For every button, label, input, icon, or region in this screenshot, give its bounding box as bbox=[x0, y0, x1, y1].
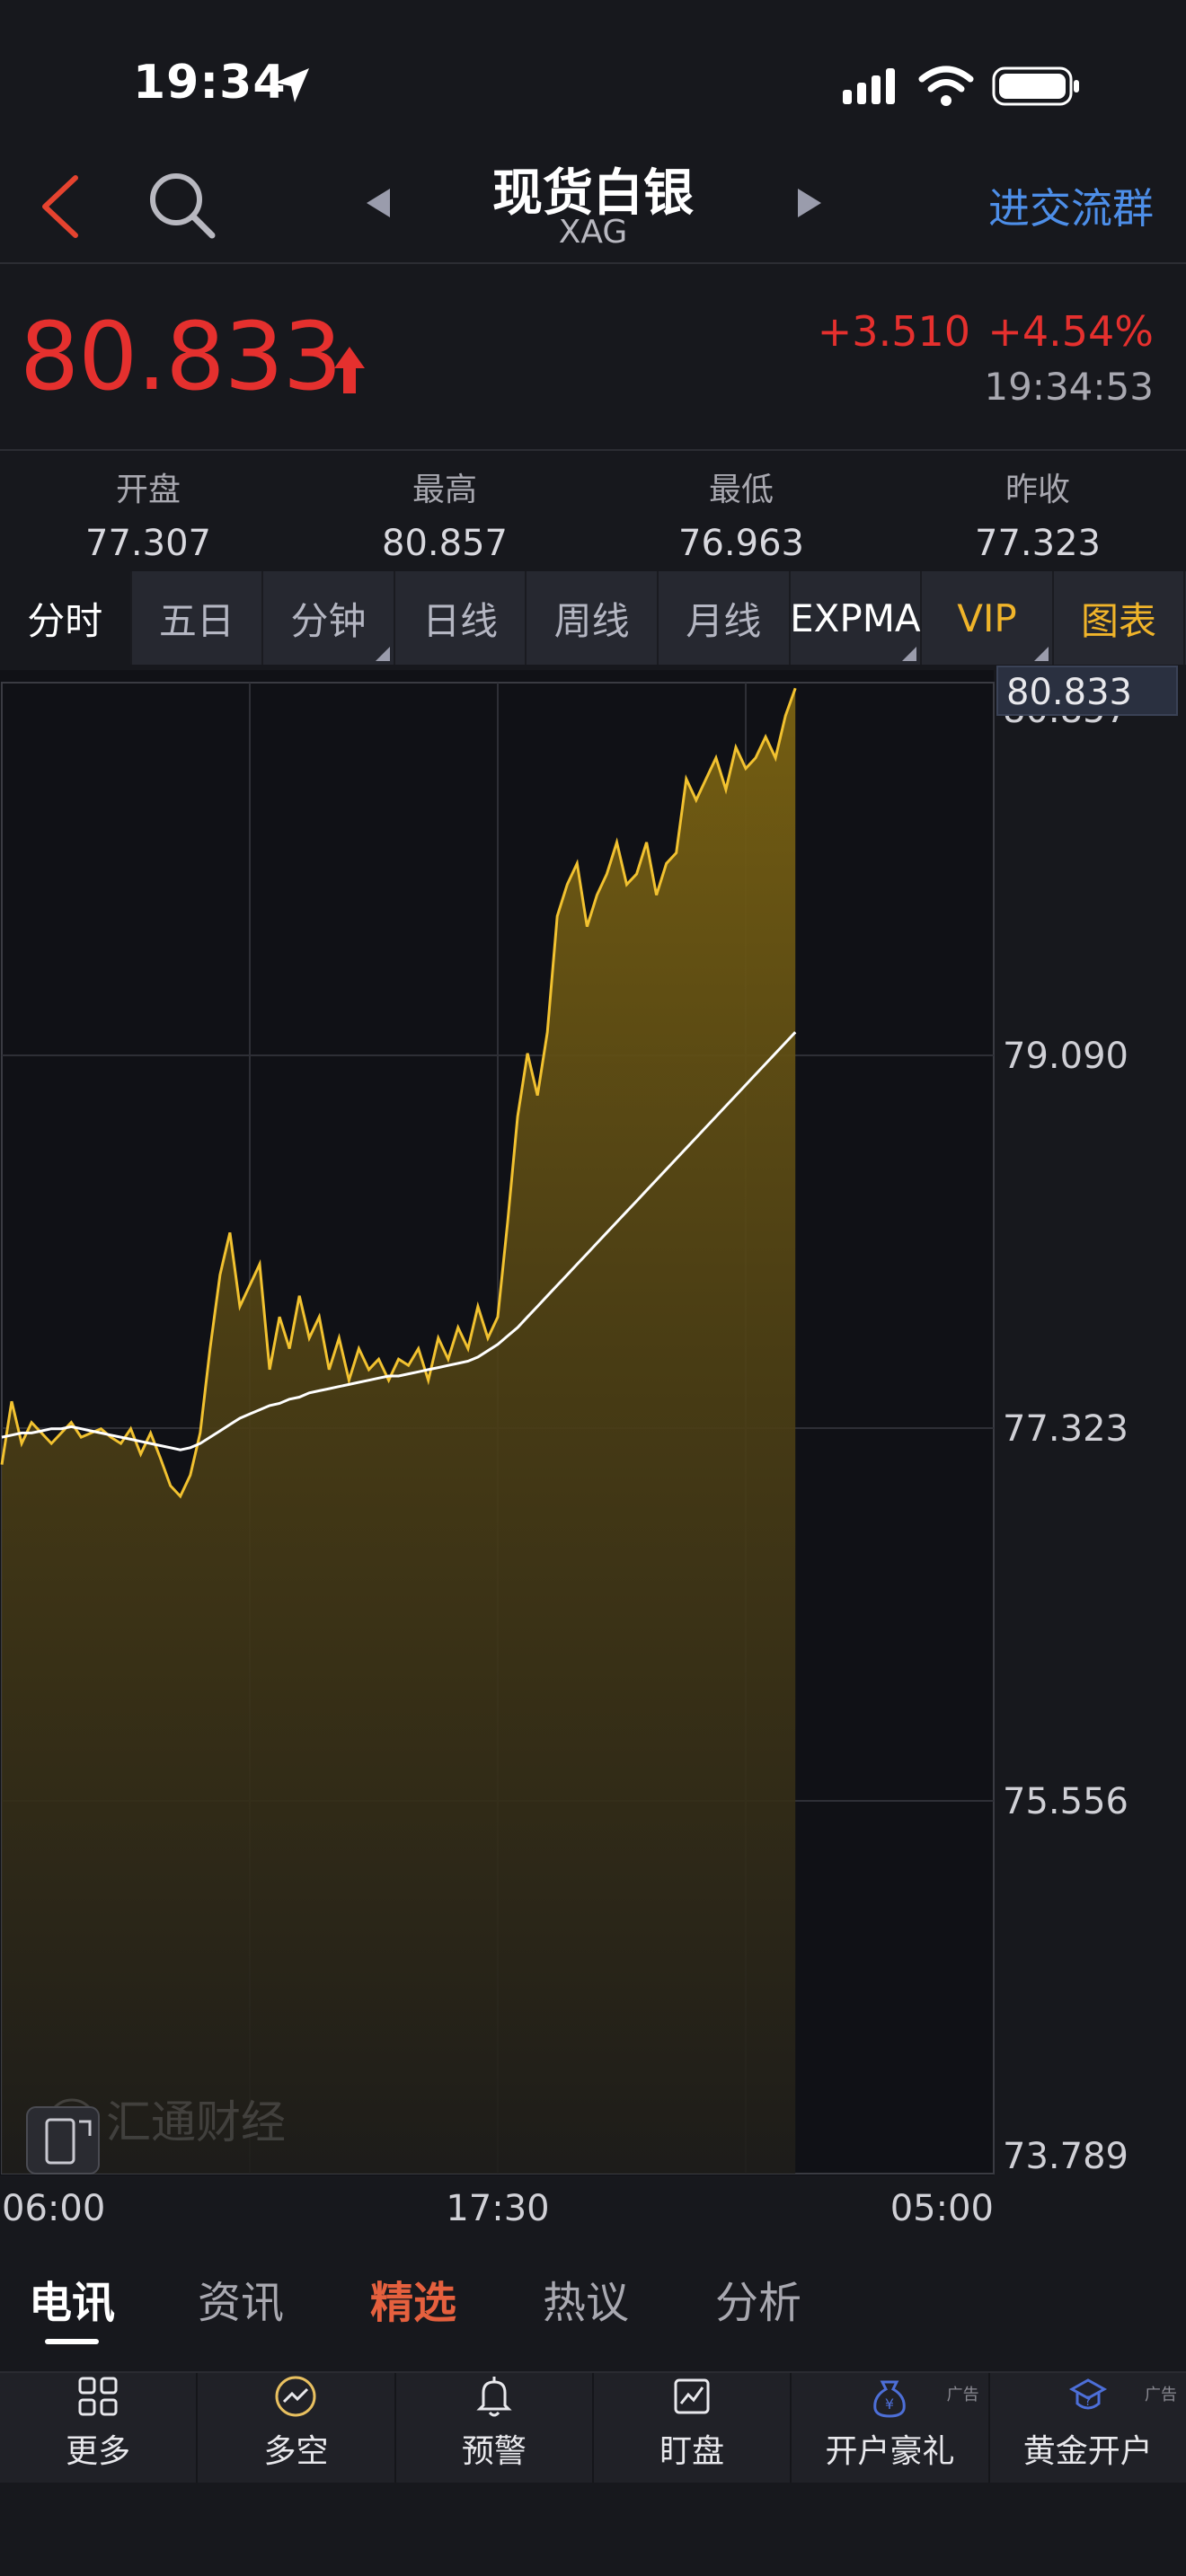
y-tick-label: 73.789 bbox=[1003, 2136, 1128, 2177]
x-tick-label: 17:30 bbox=[446, 2188, 549, 2229]
bell-icon bbox=[476, 2377, 512, 2417]
quote-divider bbox=[0, 449, 1186, 451]
gold-account-label: 黄金开户 bbox=[1022, 2433, 1153, 2470]
last-price-tag: 80.833 bbox=[996, 666, 1178, 716]
prev-close-label: 昨收 bbox=[1005, 472, 1070, 508]
y-tick-label: 79.090 bbox=[1003, 1036, 1128, 1077]
wifi-icon bbox=[918, 66, 974, 106]
tab-expma[interactable]: EXPMA bbox=[790, 571, 923, 665]
tab-intraday[interactable]: 分时 bbox=[0, 571, 132, 665]
y-tick-label: 77.323 bbox=[1003, 1408, 1128, 1450]
tab-minute[interactable]: 分钟 bbox=[263, 571, 395, 665]
prev-close-stat: 昨收 77.323 bbox=[890, 463, 1186, 564]
x-tick-label: 06:00 bbox=[2, 2188, 105, 2229]
x-tick-label: 05:00 bbox=[890, 2188, 994, 2229]
trend-icon bbox=[275, 2376, 316, 2417]
rotate-screen-icon[interactable] bbox=[26, 2106, 100, 2175]
tab-monthly[interactable]: 月线 bbox=[659, 571, 791, 665]
high-label: 最高 bbox=[412, 472, 477, 508]
low-value: 76.963 bbox=[678, 523, 804, 564]
price-change-pct: +4.54% bbox=[987, 307, 1154, 356]
news-tab-featured[interactable]: 精选 bbox=[370, 2267, 456, 2330]
news-tab-analysis[interactable]: 分析 bbox=[715, 2267, 801, 2330]
price-change: +3.510 bbox=[817, 307, 970, 356]
tab-daily[interactable]: 日线 bbox=[395, 571, 527, 665]
open-account-gift-button[interactable]: 广告 ¥ 开户豪礼 bbox=[792, 2373, 990, 2484]
news-tab-info[interactable]: 资讯 bbox=[198, 2267, 284, 2330]
more-button[interactable]: 更多 bbox=[0, 2373, 199, 2484]
home-indicator-area bbox=[0, 2483, 1186, 2576]
dropdown-corner-icon bbox=[375, 647, 390, 661]
more-label: 更多 bbox=[66, 2433, 131, 2470]
tab-vip-label: VIP bbox=[957, 595, 1017, 640]
dropdown-corner-icon bbox=[902, 647, 917, 661]
open-value: 77.307 bbox=[85, 523, 211, 564]
tab-vip[interactable]: VIP bbox=[922, 571, 1054, 665]
prev-close-value: 77.323 bbox=[975, 523, 1101, 564]
tab-expma-label: EXPMA bbox=[790, 595, 921, 640]
next-instrument-icon[interactable] bbox=[794, 185, 825, 221]
news-tab-discussion[interactable]: 热议 bbox=[543, 2267, 629, 2330]
battery-icon bbox=[992, 66, 1079, 106]
gold-account-icon: ? bbox=[1068, 2378, 1107, 2410]
svg-text:?: ? bbox=[1084, 2395, 1091, 2409]
bull-bear-label: 多空 bbox=[263, 2433, 329, 2470]
watch-label: 盯盘 bbox=[659, 2433, 725, 2470]
open-label: 开盘 bbox=[115, 472, 181, 508]
alert-label: 预警 bbox=[461, 2433, 527, 2470]
tab-minute-label: 分钟 bbox=[290, 598, 367, 643]
y-axis-labels: 80.85779.09077.32375.55673.789 bbox=[1003, 690, 1128, 2177]
watermark-text: 汇通财经 bbox=[106, 2096, 286, 2148]
news-tab-telegraph[interactable]: 电讯 bbox=[29, 2267, 115, 2330]
tab-weekly[interactable]: 周线 bbox=[527, 571, 659, 665]
period-tabs: 分时 五日 分钟 日线 周线 月线 EXPMA VIP 图表 bbox=[0, 571, 1186, 665]
last-price: 80.833 bbox=[20, 302, 342, 411]
last-price-tag-text: 80.833 bbox=[1006, 672, 1132, 713]
alert-button[interactable]: 预警 bbox=[396, 2373, 594, 2484]
svg-text:¥: ¥ bbox=[885, 2395, 894, 2413]
low-stat: 最低 76.963 bbox=[593, 463, 890, 564]
ad-badge: 广告 bbox=[1144, 2386, 1177, 2404]
open-account-gift-label: 开户豪礼 bbox=[825, 2433, 955, 2470]
low-label: 最低 bbox=[708, 472, 774, 508]
price-up-arrow-icon bbox=[334, 347, 365, 393]
quote-time: 19:34:53 bbox=[984, 365, 1154, 409]
tab-five-day[interactable]: 五日 bbox=[132, 571, 264, 665]
bottom-toolbar: 更多 多空 预警 盯盘 广告 ¥ 开户豪礼 广告 ? 黄金开户 bbox=[0, 2371, 1186, 2484]
high-value: 80.857 bbox=[382, 523, 508, 564]
open-stat: 开盘 77.307 bbox=[0, 463, 296, 564]
header-divider bbox=[0, 262, 1186, 264]
dropdown-corner-icon bbox=[1033, 647, 1049, 661]
y-tick-label: 75.556 bbox=[1003, 1781, 1128, 1822]
join-group-link[interactable]: 进交流群 bbox=[988, 176, 1154, 235]
grid-icon bbox=[78, 2377, 118, 2416]
signal-icon bbox=[843, 68, 895, 104]
gold-account-button[interactable]: 广告 ? 黄金开户 bbox=[990, 2373, 1186, 2484]
monitor-chart-icon bbox=[674, 2378, 710, 2414]
location-arrow-icon bbox=[275, 68, 309, 102]
bull-bear-button[interactable]: 多空 bbox=[198, 2373, 396, 2484]
tab-chart-settings[interactable]: 图表 bbox=[1054, 571, 1186, 665]
status-time: 19:34 bbox=[133, 56, 287, 110]
high-stat: 最高 80.857 bbox=[296, 463, 593, 564]
gift-bag-icon: ¥ bbox=[873, 2380, 907, 2418]
active-tab-indicator bbox=[45, 2339, 99, 2344]
intraday-chart[interactable]: 80.85779.09077.32375.55673.789 06:0017:3… bbox=[0, 665, 1186, 2245]
ad-badge: 广告 bbox=[946, 2386, 979, 2404]
watch-button[interactable]: 盯盘 bbox=[594, 2373, 792, 2484]
x-axis-labels: 06:00 17:30 05:00 bbox=[2, 2188, 994, 2229]
